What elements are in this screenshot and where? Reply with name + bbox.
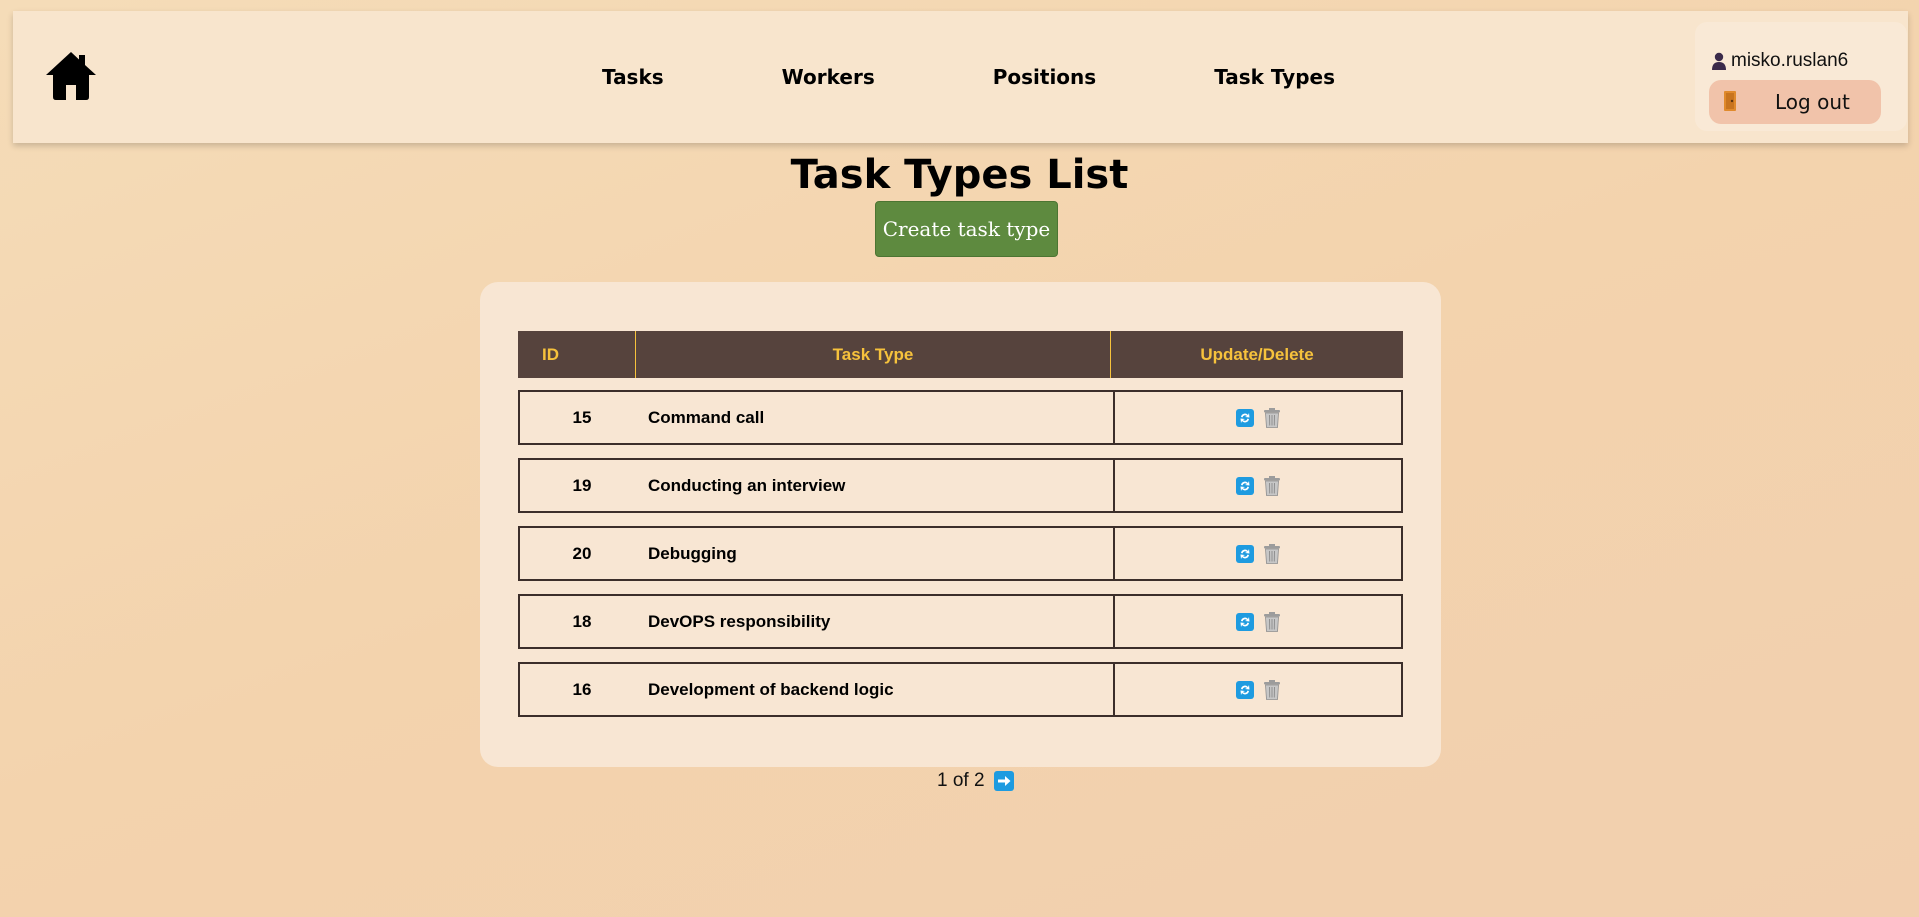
trash-icon[interactable] [1263,407,1281,428]
username: misko.ruslan6 [1731,50,1849,71]
trash-icon[interactable] [1263,611,1281,632]
page-indicator: 1 of 2 [937,770,985,791]
table-row: 20 Debugging [518,526,1403,581]
cell-task-type: Command call [648,407,765,427]
task-types-card: ID Task Type Update/Delete 15 Command ca… [480,282,1441,767]
nav-link-task-types[interactable]: Task Types [1214,65,1335,89]
home-link[interactable] [43,47,99,103]
pagination: 1 of 2 [937,770,1014,792]
cell-actions [1113,460,1401,511]
cell-id: 15 [572,407,592,427]
cell-task-type: Debugging [648,543,737,563]
update-icon[interactable] [1235,680,1254,699]
cell-task-type: Development of backend logic [648,679,894,699]
cell-id: 20 [572,543,592,563]
door-icon [1723,90,1737,115]
update-icon[interactable] [1235,612,1254,631]
update-icon[interactable] [1235,408,1254,427]
update-icon[interactable] [1235,544,1254,563]
table-row: 15 Command call [518,390,1403,445]
nav-links: Tasks Workers Positions Task Types [602,11,1335,143]
cell-id: 18 [572,611,592,631]
header-id: ID [518,331,636,378]
cell-id: 19 [572,475,592,495]
user-icon [1712,52,1726,70]
cell-task-type: Conducting an interview [648,475,846,495]
nav-link-positions[interactable]: Positions [993,65,1096,89]
cell-actions [1113,664,1401,715]
trash-icon[interactable] [1263,679,1281,700]
table-row: 16 Development of backend logic [518,662,1403,717]
header-task-type: Task Type [636,331,1111,378]
table-row: 19 Conducting an interview [518,458,1403,513]
logout-label: Log out [1775,90,1850,114]
trash-icon[interactable] [1263,475,1281,496]
cell-actions [1113,528,1401,579]
cell-actions [1113,596,1401,647]
cell-id: 16 [572,679,592,699]
page-title: Task Types List [790,152,1129,198]
navbar: Tasks Workers Positions Task Types misko… [13,11,1908,143]
logout-button[interactable]: Log out [1709,80,1881,124]
cell-task-type: DevOPS responsibility [648,611,831,631]
trash-icon[interactable] [1263,543,1281,564]
home-icon [46,52,96,100]
cell-actions [1113,392,1401,443]
update-icon[interactable] [1235,476,1254,495]
arrow-right-icon[interactable] [993,771,1014,791]
nav-link-tasks[interactable]: Tasks [602,65,664,89]
table-row: 18 DevOPS responsibility [518,594,1403,649]
user-info: misko.ruslan6 [1711,50,1848,72]
header-update-delete: Update/Delete [1200,344,1314,364]
user-panel: misko.ruslan6 Log out [1695,22,1907,131]
create-task-type-button[interactable]: Create task type [875,201,1058,257]
table-header: ID Task Type Update/Delete [518,331,1403,378]
nav-link-workers[interactable]: Workers [782,65,875,89]
